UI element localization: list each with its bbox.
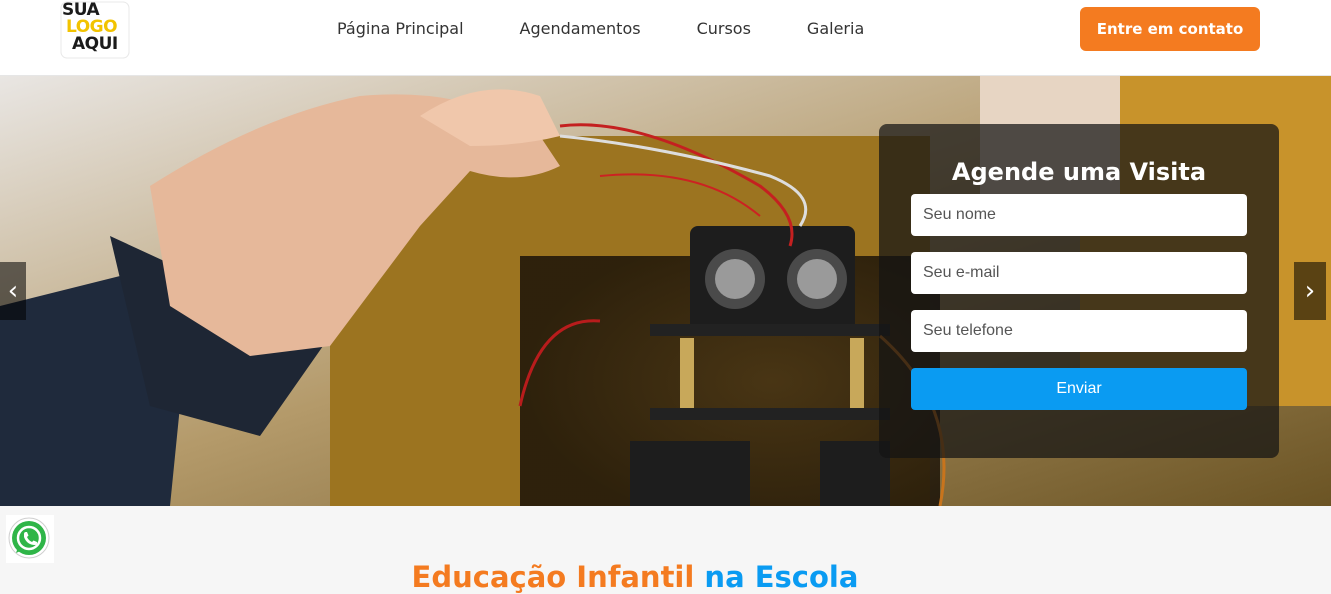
section-title-rest: na Escola xyxy=(704,560,859,594)
logo-text-line-3: AQUI xyxy=(72,34,118,54)
main-nav: Página Principal Agendamentos Cursos Gal… xyxy=(337,18,864,40)
visit-form: Agende uma Visita Enviar xyxy=(879,124,1279,458)
carousel-prev-button[interactable]: ‹ xyxy=(0,262,26,320)
section-title-highlight: Educação Infantil xyxy=(411,560,695,594)
chevron-right-icon: › xyxy=(1304,276,1316,306)
nav-item-pagina-principal[interactable]: Página Principal xyxy=(337,18,464,40)
nav-item-cursos[interactable]: Cursos xyxy=(697,18,751,40)
chevron-left-icon: ‹ xyxy=(7,276,19,306)
contact-button[interactable]: Entre em contato xyxy=(1080,7,1260,51)
form-title: Agende uma Visita xyxy=(951,158,1207,186)
nav-item-galeria[interactable]: Galeria xyxy=(807,18,864,40)
name-input[interactable] xyxy=(911,194,1247,236)
carousel-next-button[interactable]: › xyxy=(1294,262,1326,320)
email-input[interactable] xyxy=(911,252,1247,294)
section-title: Educação Infantil na Escola xyxy=(0,560,1270,594)
site-logo[interactable]: SUA LOGO AQUI xyxy=(60,1,130,59)
hero-carousel: ‹ › Agende uma Visita Enviar xyxy=(0,76,1331,506)
whatsapp-button[interactable] xyxy=(6,515,54,563)
phone-input[interactable] xyxy=(911,310,1247,352)
nav-item-agendamentos[interactable]: Agendamentos xyxy=(520,18,641,40)
submit-button[interactable]: Enviar xyxy=(911,368,1247,410)
site-header: SUA LOGO AQUI Página Principal Agendamen… xyxy=(0,0,1331,76)
whatsapp-icon xyxy=(8,517,50,559)
